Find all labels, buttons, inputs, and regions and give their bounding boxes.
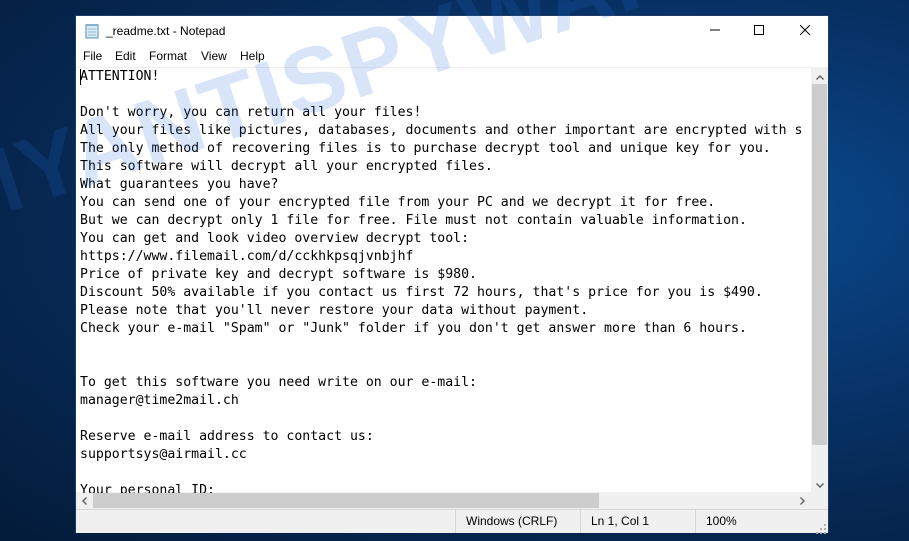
menu-file[interactable]: File bbox=[83, 49, 102, 63]
scroll-right-button[interactable] bbox=[794, 492, 811, 509]
minimize-button[interactable] bbox=[692, 16, 738, 46]
vertical-scroll-thumb[interactable] bbox=[812, 84, 827, 445]
cursor-position-status: Ln 1, Col 1 bbox=[580, 510, 695, 533]
text-caret bbox=[80, 69, 81, 85]
horizontal-scroll-thumb[interactable] bbox=[93, 493, 599, 508]
window-title: _readme.txt - Notepad bbox=[106, 24, 226, 38]
scroll-up-button[interactable] bbox=[811, 67, 828, 84]
close-icon bbox=[799, 22, 811, 40]
menu-view[interactable]: View bbox=[201, 49, 227, 63]
resize-grip-icon[interactable] bbox=[816, 521, 826, 534]
status-bar: Windows (CRLF) Ln 1, Col 1 100% bbox=[76, 509, 828, 534]
minimize-icon bbox=[710, 22, 720, 40]
chevron-left-icon bbox=[82, 492, 87, 510]
scroll-left-button[interactable] bbox=[76, 492, 93, 509]
chevron-down-icon bbox=[815, 475, 824, 493]
scroll-down-button[interactable] bbox=[811, 475, 828, 492]
line-ending-status: Windows (CRLF) bbox=[455, 510, 580, 533]
close-button[interactable] bbox=[782, 16, 828, 46]
vertical-scrollbar[interactable] bbox=[811, 67, 828, 492]
text-editor[interactable]: ATTENTION! Don't worry, you can return a… bbox=[76, 67, 811, 493]
maximize-icon bbox=[754, 22, 764, 40]
menu-bar: File Edit Format View Help bbox=[76, 46, 828, 66]
notepad-icon bbox=[85, 23, 99, 39]
scrollbar-corner bbox=[811, 492, 828, 509]
menu-format[interactable]: Format bbox=[149, 49, 187, 63]
maximize-button[interactable] bbox=[736, 16, 782, 46]
chevron-right-icon bbox=[800, 492, 805, 510]
document-text[interactable]: ATTENTION! Don't worry, you can return a… bbox=[76, 68, 811, 493]
title-bar[interactable]: _readme.txt - Notepad bbox=[76, 16, 828, 46]
chevron-up-icon bbox=[815, 67, 824, 85]
notepad-window: _readme.txt - Notepad File Edit Format V… bbox=[76, 16, 828, 534]
zoom-status: 100% bbox=[695, 510, 816, 533]
horizontal-scrollbar[interactable] bbox=[76, 492, 811, 509]
menu-edit[interactable]: Edit bbox=[115, 49, 136, 63]
menu-help[interactable]: Help bbox=[240, 49, 265, 63]
